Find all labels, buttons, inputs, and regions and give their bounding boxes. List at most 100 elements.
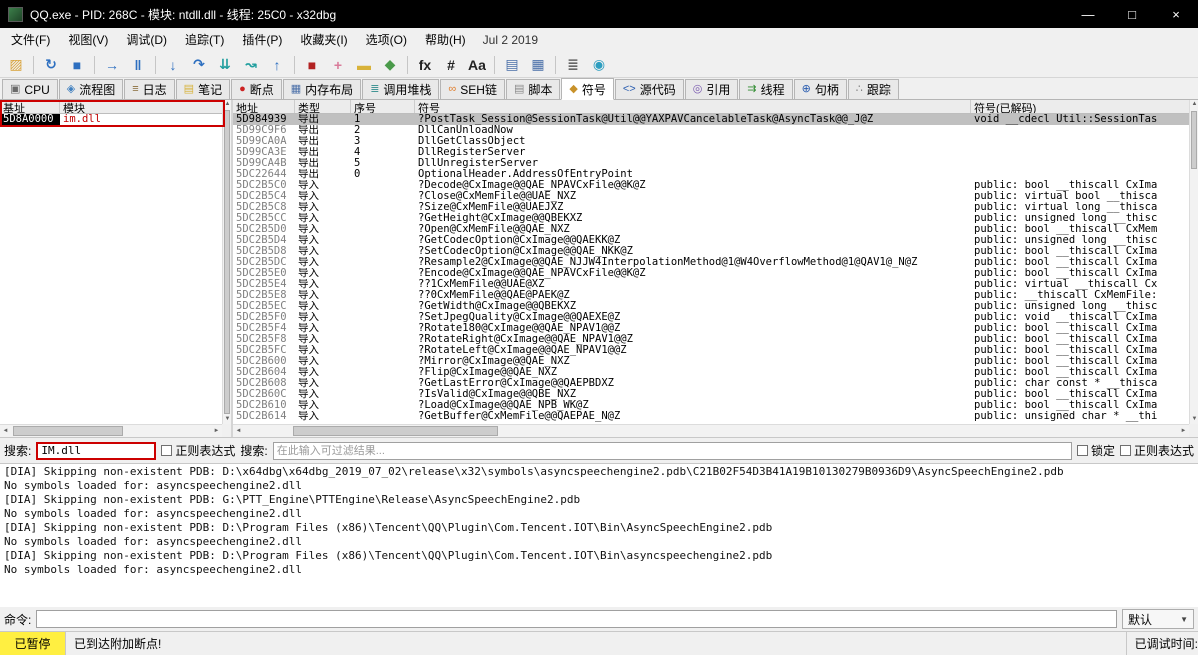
hash-icon[interactable]: # [439, 54, 463, 76]
symbol-row[interactable]: 5DC2B60C 导入 ?IsValid@CxImage@@QBE_NXZ pu… [233, 389, 1189, 400]
menu-item[interactable]: 文件(F) [2, 30, 59, 50]
tab[interactable]: ≡ 日志 [124, 79, 174, 99]
symbols-horizontal-scrollbar[interactable]: ◄ ► [233, 424, 1189, 437]
module-row[interactable]: 5D8A0000 im.dll [0, 114, 222, 125]
tab[interactable]: ◆ 符号 [561, 78, 613, 100]
symbol-row[interactable]: 5D984939 导出 1 ?PostTask_Session@SessionT… [233, 114, 1189, 125]
toolbar-separator[interactable] [155, 56, 156, 74]
symbol-row[interactable]: 5DC2B608 导入 ?GetLastError@CxImage@@QAEPB… [233, 378, 1189, 389]
symbol-row[interactable]: 5DC2B5E8 导入 ??0CxMemFile@@QAE@PAEK@Z pub… [233, 290, 1189, 301]
menu-item[interactable]: 帮助(H) [416, 30, 475, 50]
tab[interactable]: ◎ 引用 [685, 79, 739, 99]
scroll-left-arrow-icon[interactable]: ◄ [0, 425, 11, 437]
maximize-button[interactable]: □ [1110, 0, 1154, 28]
filter-input[interactable] [273, 442, 1072, 460]
symbol-row[interactable]: 5DC2B604 导入 ?Flip@CxImage@@QAE_NXZ publi… [233, 367, 1189, 378]
scroll-down-arrow-icon[interactable]: ▼ [223, 415, 232, 424]
symbol-row[interactable]: 5D99CA4B 导出 5 DllUnregisterServer [233, 158, 1189, 169]
tab[interactable]: ▤ 脚本 [506, 79, 560, 99]
scroll-up-arrow-icon[interactable]: ▲ [1190, 100, 1198, 109]
tab[interactable]: ▣ CPU [2, 79, 58, 99]
regex2-checkbox[interactable] [1120, 445, 1131, 456]
toolbar-separator[interactable] [555, 56, 556, 74]
globe-icon[interactable]: ◉ [587, 54, 611, 76]
tab[interactable]: ▦ 内存布局 [283, 79, 361, 99]
symbol-row[interactable]: 5DC2B5C4 导入 ?Close@CxMemFile@@UAE_NXZ pu… [233, 191, 1189, 202]
symbol-row[interactable]: 5DC2B5F0 导入 ?SetJpegQuality@CxImage@@QAE… [233, 312, 1189, 323]
modules-vertical-scrollbar[interactable]: ▲ ▼ [222, 100, 231, 424]
menu-item[interactable]: 追踪(T) [176, 30, 233, 50]
symbols-header-address[interactable]: 地址 [233, 100, 295, 113]
symbol-row[interactable]: 5DC2B5DC 导入 ?Resample2@CxImage@@QAE_NJJW… [233, 257, 1189, 268]
tab[interactable]: <> 源代码 [615, 79, 684, 99]
regex-checkbox[interactable] [161, 445, 172, 456]
toolbar-separator[interactable] [407, 56, 408, 74]
run-icon[interactable]: → [100, 54, 124, 76]
tab[interactable]: ▤ 笔记 [176, 79, 230, 99]
scroll-down-arrow-icon[interactable]: ▼ [1190, 415, 1198, 424]
symbol-row[interactable]: 5DC2B5C8 导入 ?Size@CxMemFile@@UAEJXZ publ… [233, 202, 1189, 213]
step-into-icon[interactable]: ↓ [161, 54, 185, 76]
tab[interactable]: ∴ 跟踪 [848, 79, 899, 99]
symbol-row[interactable]: 5DC2B5D4 导入 ?GetCodecOption@CxImage@@QAE… [233, 235, 1189, 246]
run-to-return-icon[interactable]: ↑ [265, 54, 289, 76]
assemble-icon[interactable]: Aa [465, 54, 489, 76]
restart-icon[interactable]: ↻ [39, 54, 63, 76]
minimize-button[interactable]: — [1066, 0, 1110, 28]
table-icon[interactable]: ▦ [526, 54, 550, 76]
symbols-vertical-scrollbar[interactable]: ▲ ▼ [1189, 100, 1198, 424]
scrollbar-thumb[interactable] [224, 110, 230, 414]
modules-horizontal-scrollbar[interactable]: ◄ ► [0, 424, 222, 437]
scrollbar-thumb[interactable] [13, 426, 123, 436]
symbol-row[interactable]: 5DC2B5C0 导入 ?Decode@CxImage@@QAE_NPAVCxF… [233, 180, 1189, 191]
symbol-row[interactable]: 5DC2B5FC 导入 ?RotateLeft@CxImage@@QAE_NPA… [233, 345, 1189, 356]
symbol-row[interactable]: 5DC2B5D8 导入 ?SetCodecOption@CxImage@@QAE… [233, 246, 1189, 257]
label-icon[interactable]: ◆ [378, 54, 402, 76]
menu-item[interactable]: 收藏夹(I) [291, 30, 356, 50]
symbol-row[interactable]: 5DC2B5E0 导入 ?Encode@CxImage@@QAE_NPAVCxF… [233, 268, 1189, 279]
pause-icon[interactable]: ‖ [126, 54, 150, 76]
open-file-icon[interactable]: ▨ [4, 54, 28, 76]
trace-into-icon[interactable]: ⇊ [213, 54, 237, 76]
symbol-row[interactable]: 5DC2B5D0 导入 ?Open@CxMemFile@@QAE_NXZ pub… [233, 224, 1189, 235]
breakpoint-icon[interactable]: ■ [300, 54, 324, 76]
symbol-row[interactable]: 5DC2B5CC 导入 ?GetHeight@CxImage@@QBEKXZ p… [233, 213, 1189, 224]
search-input[interactable] [36, 442, 156, 460]
symbol-row[interactable]: 5DC2B610 导入 ?Load@CxImage@@QAE_NPB_WK@Z … [233, 400, 1189, 411]
step-over-icon[interactable]: ↷ [187, 54, 211, 76]
command-input[interactable] [36, 610, 1117, 628]
toolbar-separator[interactable] [494, 56, 495, 74]
tab[interactable]: ≣ 调用堆栈 [362, 79, 439, 99]
scroll-left-arrow-icon[interactable]: ◄ [233, 425, 244, 437]
menu-item[interactable]: 调试(D) [117, 30, 176, 50]
tab[interactable]: ∞ SEH链 [440, 79, 505, 99]
modules-header-base[interactable]: 基址 [0, 100, 60, 113]
symbol-row[interactable]: 5DC2B5EC 导入 ?GetWidth@CxImage@@QBEKXZ pu… [233, 301, 1189, 312]
scroll-up-arrow-icon[interactable]: ▲ [223, 100, 232, 109]
symbols-header-symbol[interactable]: 符号 [415, 100, 971, 113]
symbol-row[interactable]: 5D99CA3E 导出 4 DllRegisterServer [233, 147, 1189, 158]
patch-icon[interactable]: + [326, 54, 350, 76]
scrollbar-thumb[interactable] [293, 426, 498, 436]
symbols-header-ordinal[interactable]: 序号 [351, 100, 415, 113]
symbol-row[interactable]: 5D99CA0A 导出 3 DllGetClassObject [233, 136, 1189, 147]
symbol-row[interactable]: 5DC2B5E4 导入 ??1CxMemFile@@UAE@XZ public:… [233, 279, 1189, 290]
trace-over-icon[interactable]: ↝ [239, 54, 263, 76]
symbol-row[interactable]: 5DC2B5F4 导入 ?Rotate180@CxImage@@QAE_NPAV… [233, 323, 1189, 334]
symbol-row[interactable]: 5DC22644 导出 0 OptionalHeader.AddressOfEn… [233, 169, 1189, 180]
tab[interactable]: ● 断点 [231, 79, 282, 99]
menu-item[interactable]: 选项(O) [357, 30, 416, 50]
symbol-row[interactable]: 5DC2B614 导入 ?GetBuffer@CxMemFile@@QAEPAE… [233, 411, 1189, 422]
symbol-row[interactable]: 5D99C9F6 导出 2 DllCanUnloadNow [233, 125, 1189, 136]
comment-icon[interactable]: ▬ [352, 54, 376, 76]
tab[interactable]: ⊕ 句柄 [794, 79, 847, 99]
memory-layout-icon[interactable]: ▤ [500, 54, 524, 76]
command-profile-dropdown[interactable]: 默认 ▼ [1122, 609, 1194, 629]
symbol-row[interactable]: 5DC2B600 导入 ?Mirror@CxImage@@QAE_NXZ pub… [233, 356, 1189, 367]
symbol-row[interactable]: 5DC2B5F8 导入 ?RotateRight@CxImage@@QAE_NP… [233, 334, 1189, 345]
toolbar-separator[interactable] [33, 56, 34, 74]
preferences-icon[interactable]: ≣ [561, 54, 585, 76]
tab[interactable]: ◈ 流程图 [59, 79, 123, 99]
symbols-header-type[interactable]: 类型 [295, 100, 351, 113]
toolbar-separator[interactable] [94, 56, 95, 74]
